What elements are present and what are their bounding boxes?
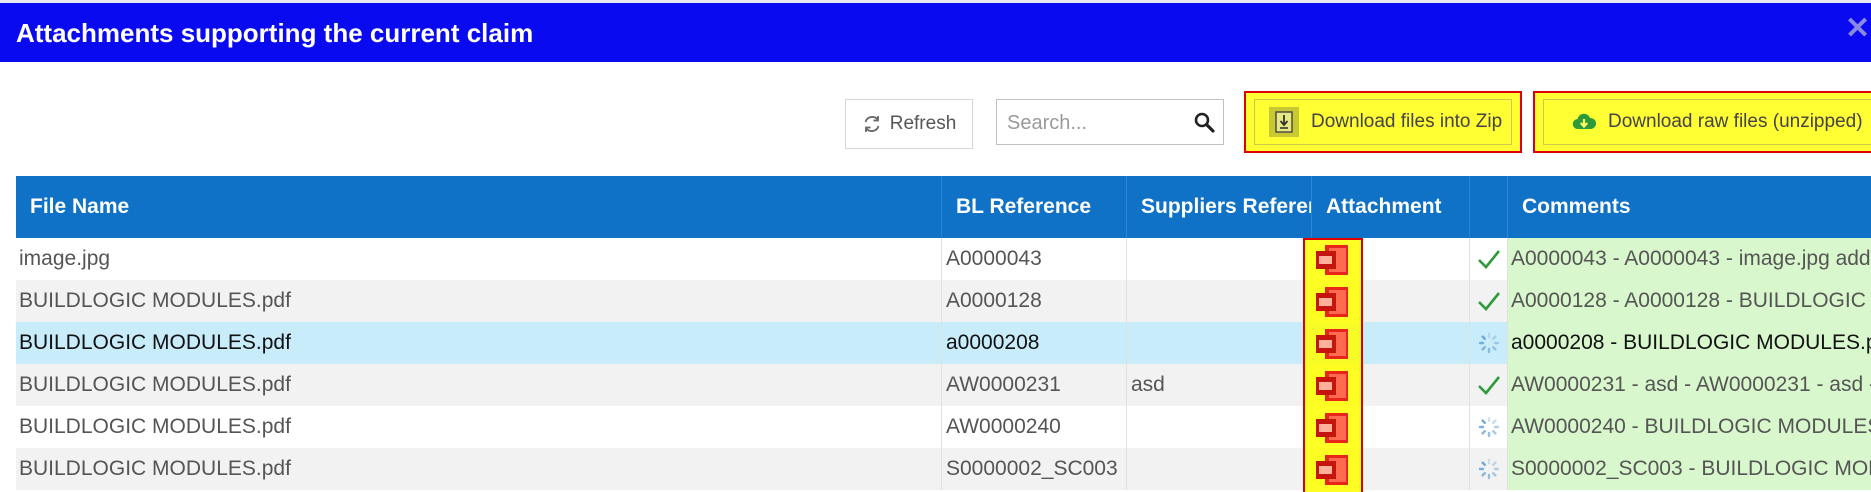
table-row[interactable]: image.jpg A0000043 A0000043 - A0000043 -… — [16, 238, 1871, 280]
comments-cell: A0000128 - A0000128 - BUILDLOGIC MODULES… — [1508, 280, 1871, 322]
comments-cell: A0000043 - A0000043 - image.jpg added — [1508, 238, 1871, 280]
pdf-file-icon[interactable] — [1316, 371, 1350, 401]
file-name-cell: BUILDLOGIC MODULES.pdf — [16, 448, 942, 490]
column-file-name[interactable]: File Name — [16, 176, 942, 238]
download-raw-button[interactable]: Download raw files (unzipped) — [1543, 99, 1871, 145]
file-name-cell: BUILDLOGIC MODULES.pdf — [16, 364, 942, 406]
refresh-icon — [864, 116, 880, 132]
suppliers-reference-cell — [1127, 238, 1312, 280]
zip-download-icon — [1269, 107, 1299, 137]
close-icon[interactable]: ✕ — [1845, 14, 1870, 44]
pdf-file-icon[interactable] — [1316, 329, 1350, 359]
search-input[interactable] — [1005, 108, 1184, 138]
search-box — [996, 99, 1224, 145]
status-cell — [1470, 322, 1508, 364]
spinner-icon — [1478, 416, 1499, 438]
bl-reference-cell: A0000128 — [942, 280, 1127, 322]
attachments-table: File Name BL Reference Suppliers Referen… — [16, 176, 1871, 492]
status-cell — [1470, 448, 1508, 490]
comments-cell: S0000002_SC003 - BUILDLOGIC MODULES.pdf — [1508, 448, 1871, 490]
download-zip-button[interactable]: Download files into Zip — [1254, 99, 1512, 145]
table-header: File Name BL Reference Suppliers Referen… — [16, 176, 1871, 238]
comments-cell: AW0000240 - BUILDLOGIC MODULES.pdf — [1508, 406, 1871, 448]
suppliers-reference-cell — [1127, 280, 1312, 322]
raw-label: Download raw files (unzipped) — [1608, 111, 1863, 132]
table-row[interactable]: BUILDLOGIC MODULES.pdf A0000128 A0000128… — [16, 280, 1871, 322]
status-cell — [1470, 364, 1508, 406]
spinner-icon — [1478, 332, 1499, 354]
file-name-cell: BUILDLOGIC MODULES.pdf — [16, 322, 942, 364]
title-bar-top-edge — [0, 0, 1871, 3]
column-attachment[interactable]: Attachment — [1312, 176, 1470, 238]
status-cell — [1470, 280, 1508, 322]
check-icon — [1477, 292, 1500, 311]
bl-reference-cell: AW0000231 — [942, 364, 1127, 406]
attachment-column-highlight — [1303, 238, 1363, 492]
cloud-download-icon — [1572, 113, 1596, 130]
zip-label: Download files into Zip — [1311, 111, 1503, 132]
check-icon — [1477, 250, 1500, 269]
file-name-cell: BUILDLOGIC MODULES.pdf — [16, 280, 942, 322]
table-row-selected[interactable]: BUILDLOGIC MODULES.pdf a0000208 a0000208… — [16, 322, 1871, 364]
check-icon — [1477, 376, 1500, 395]
bl-reference-cell: A0000043 — [942, 238, 1127, 280]
table-row[interactable]: BUILDLOGIC MODULES.pdf AW0000240 AW00002… — [16, 406, 1871, 448]
column-status — [1470, 176, 1508, 238]
bl-reference-cell: AW0000240 — [942, 406, 1127, 448]
dialog-title-bar: Attachments supporting the current claim… — [0, 0, 1871, 62]
bl-reference-cell: S0000002_SC003 — [942, 448, 1127, 490]
status-cell — [1470, 406, 1508, 448]
search-icon[interactable] — [1193, 111, 1215, 133]
pdf-file-icon[interactable] — [1316, 455, 1350, 485]
table-row[interactable]: BUILDLOGIC MODULES.pdf AW0000231 asd AW0… — [16, 364, 1871, 406]
status-cell — [1470, 238, 1508, 280]
suppliers-reference-cell — [1127, 322, 1312, 364]
refresh-button[interactable]: Refresh — [845, 99, 973, 149]
suppliers-reference-cell: asd — [1127, 364, 1312, 406]
file-name-cell: image.jpg — [16, 238, 942, 280]
dialog-title: Attachments supporting the current claim — [16, 18, 534, 48]
column-suppliers-reference[interactable]: Suppliers Reference — [1127, 176, 1312, 238]
pdf-file-icon[interactable] — [1316, 413, 1350, 443]
pdf-file-icon[interactable] — [1316, 245, 1350, 275]
column-bl-reference[interactable]: BL Reference — [942, 176, 1127, 238]
refresh-label: Refresh — [889, 113, 957, 134]
bl-reference-cell: a0000208 — [942, 322, 1127, 364]
table-row[interactable]: BUILDLOGIC MODULES.pdf S0000002_SC003 S0… — [16, 448, 1871, 490]
comments-cell: AW0000231 - asd - AW0000231 - asd - BUIL… — [1508, 364, 1871, 406]
suppliers-reference-cell — [1127, 448, 1312, 490]
column-comments[interactable]: Comments — [1508, 176, 1871, 238]
comments-cell: a0000208 - BUILDLOGIC MODULES.pdf — [1508, 322, 1871, 364]
spinner-icon — [1478, 458, 1499, 480]
pdf-file-icon[interactable] — [1316, 287, 1350, 317]
file-name-cell: BUILDLOGIC MODULES.pdf — [16, 406, 942, 448]
suppliers-reference-cell — [1127, 406, 1312, 448]
